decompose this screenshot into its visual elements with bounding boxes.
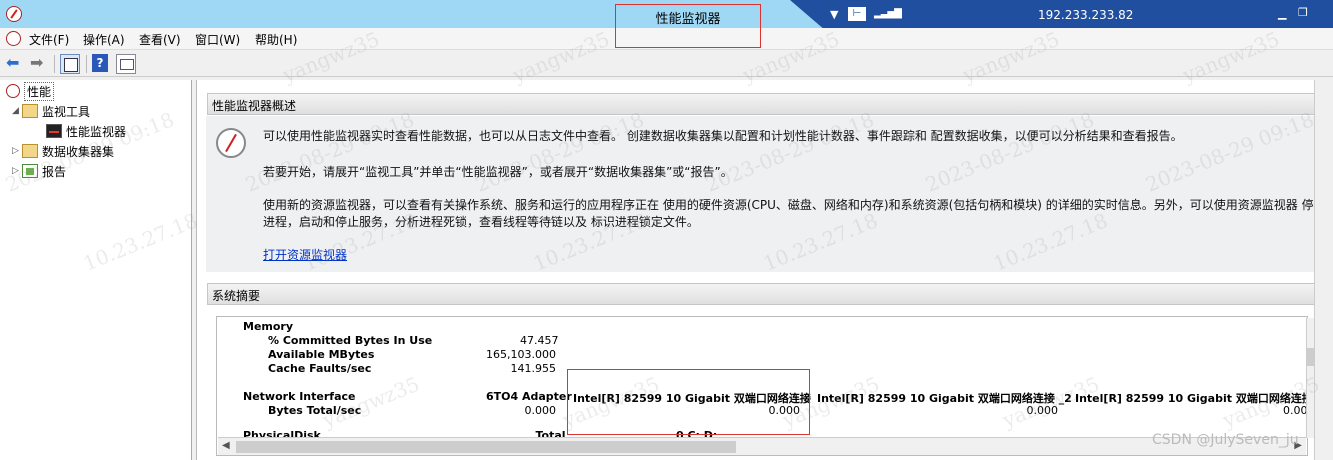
performance-monitor-icon	[46, 124, 62, 138]
open-resource-monitor-link[interactable]: 打开资源监视器	[263, 246, 347, 263]
overview-paragraph-3: 使用新的资源监视器，可以查看有关操作系统、服务和运行的应用程序正在 使用的硬件资…	[263, 198, 1314, 212]
network-title: Network Interface	[243, 390, 356, 403]
window-title: 性能监视器	[615, 4, 761, 48]
toolbar-separator	[86, 55, 87, 73]
data-collector-icon	[22, 144, 38, 158]
counter-label: Cache Faults/sec	[268, 362, 372, 375]
tree-label: 数据收集器集	[42, 144, 115, 159]
help-icon[interactable]: ?	[92, 54, 108, 72]
counter-value: 0.00	[1283, 404, 1308, 417]
menu-window[interactable]: 窗口(W)	[195, 31, 240, 48]
tree-label: 报告	[42, 164, 67, 179]
performance-icon	[6, 84, 20, 98]
dropdown-icon[interactable]: ▼	[830, 8, 838, 21]
counter-value: 0.000	[524, 404, 557, 417]
remote-ip: 192.233.233.82	[1038, 8, 1134, 22]
scroll-left-icon[interactable]: ◀	[222, 440, 230, 451]
tree-item-performance[interactable]: 性能	[6, 81, 55, 101]
menu-view[interactable]: 查看(V)	[139, 31, 181, 48]
counter-value: 47.457	[520, 334, 559, 347]
disk-column-header: _Total	[530, 429, 566, 437]
menu-file[interactable]: 文件(F)	[29, 31, 69, 48]
network-column-header: 6TO4 Adapter	[486, 390, 572, 403]
forward-arrow-icon[interactable]: ➡	[30, 54, 50, 74]
network-column-header: Intel[R] 82599 10 Gigabit 双端口网络连接	[1075, 392, 1313, 405]
counter-value: 165,103.000	[486, 348, 556, 361]
csdn-watermark: CSDN @JulySeven_ju	[1152, 432, 1299, 448]
minimize-icon[interactable]: ▁	[1278, 7, 1286, 20]
overview-header[interactable]: 性能监视器概述	[207, 93, 1315, 115]
overview-paragraph-2: 若要开始，请展开“监视工具”并单击“性能监视器”，或者展开“数据收集器集”或“报…	[263, 165, 733, 179]
pane-scrollbar[interactable]	[1314, 80, 1333, 460]
back-arrow-icon[interactable]: ⬅	[6, 54, 26, 74]
counter-label: Bytes Total/sec	[268, 404, 362, 417]
system-menu-icon[interactable]	[6, 31, 21, 46]
folder-tools-icon	[22, 104, 38, 118]
toolbar: ⬅ ➡ ?	[0, 51, 1333, 77]
perfmon-overview-icon	[216, 128, 246, 158]
overview-paragraph-1: 可以使用性能监视器实时查看性能数据，也可以从日志文件中查看。 创建数据收集器集以…	[263, 129, 1183, 143]
expanded-arrow-icon[interactable]: ◢	[12, 106, 22, 116]
remote-connection-bar: ▼ ⊢ ▂▃▅▇ 192.233.233.82 ▁ ❐	[790, 0, 1333, 28]
counter-label: % Committed Bytes In Use	[268, 334, 433, 347]
summary-header[interactable]: 系统摘要	[207, 283, 1315, 305]
scroll-thumb[interactable]	[236, 441, 736, 453]
tree-label: 监视工具	[42, 104, 91, 119]
tree-item-reports[interactable]: ▷ 报告	[12, 162, 66, 180]
show-tree-icon[interactable]	[60, 54, 80, 74]
menu-action[interactable]: 操作(A)	[83, 31, 125, 48]
tree-label: 性能监视器	[66, 124, 127, 139]
tree-item-performance-monitor[interactable]: 性能监视器	[46, 122, 126, 140]
view-icon[interactable]	[116, 54, 136, 74]
overview-paragraph-3-cont: 进程，启动和停止服务，分析进程死锁，查看线程等待链以及 标识进程锁定文件。	[263, 215, 699, 229]
vertical-scrollbar[interactable]	[1306, 318, 1315, 438]
counter-value: 0.000	[1026, 404, 1059, 417]
collapsed-arrow-icon[interactable]: ▷	[12, 166, 22, 176]
console-tree: 性能 ◢ 监视工具 性能监视器 ▷ 数据收集器集 ▷ 报告	[0, 80, 192, 460]
horizontal-scrollbar[interactable]: ◀ ▶	[218, 437, 1306, 455]
tree-label: 性能	[24, 81, 55, 101]
highlight-annotation	[567, 369, 810, 435]
menu-help[interactable]: 帮助(H)	[255, 31, 297, 48]
physical-disk-title: PhysicalDisk	[243, 429, 321, 437]
restore-icon[interactable]: ❐	[1298, 6, 1308, 19]
tree-item-monitoring-tools[interactable]: ◢ 监视工具	[12, 102, 90, 120]
collapsed-arrow-icon[interactable]: ▷	[12, 146, 22, 156]
perfmon-app-icon[interactable]	[6, 6, 22, 22]
tree-item-data-collector-sets[interactable]: ▷ 数据收集器集	[12, 142, 114, 160]
counter-value: 141.955	[510, 362, 557, 375]
pin-icon[interactable]: ⊢	[848, 7, 866, 21]
signal-icon: ▂▃▅▇	[874, 8, 902, 19]
report-icon	[22, 164, 38, 178]
counter-label: Available MBytes	[268, 348, 375, 361]
toolbar-separator	[54, 55, 55, 73]
memory-title: Memory	[243, 320, 294, 333]
